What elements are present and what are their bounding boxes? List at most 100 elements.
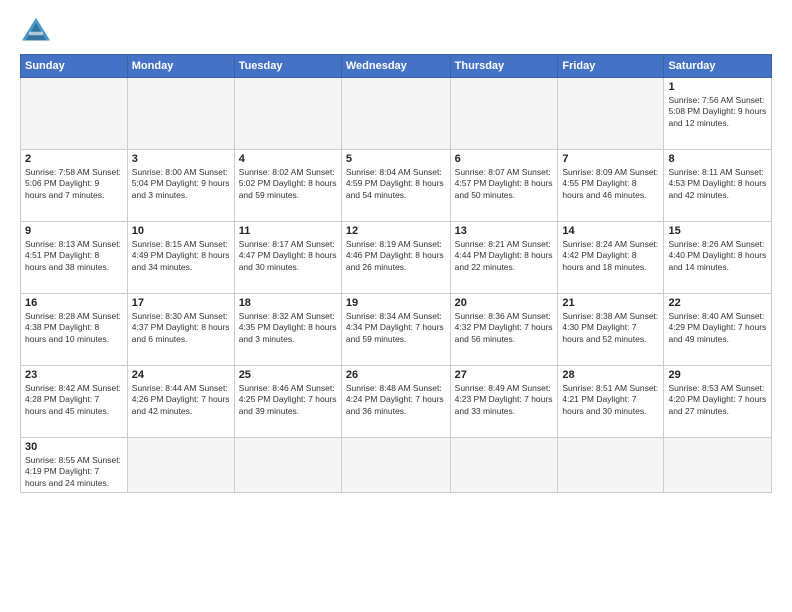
- day-number: 4: [239, 153, 337, 165]
- day-info: Sunrise: 8:30 AM Sunset: 4:37 PM Dayligh…: [132, 311, 230, 345]
- day-number: 2: [25, 153, 123, 165]
- calendar-cell: 19 Sunrise: 8:34 AM Sunset: 4:34 PM Dayli…: [341, 294, 450, 366]
- calendar-cell: [341, 438, 450, 493]
- day-number: 26: [346, 369, 446, 381]
- calendar-cell: 30Sunrise: 8:55 AM Sunset: 4:19 PM Dayli…: [21, 438, 128, 493]
- day-number: 19: [346, 297, 446, 309]
- day-number: 15: [668, 225, 767, 237]
- calendar-cell: 25 Sunrise: 8:46 AM Sunset: 4:25 PM Dayli…: [234, 366, 341, 438]
- day-number: 16: [25, 297, 123, 309]
- weekday-thursday: Thursday: [450, 55, 558, 78]
- calendar-cell: [558, 438, 664, 493]
- calendar-cell: 13 Sunrise: 8:21 AM Sunset: 4:44 PM Dayli…: [450, 222, 558, 294]
- calendar-cell: 1 Sunrise: 7:56 AM Sunset: 5:08 PM Daylig…: [664, 78, 772, 150]
- day-info: Sunrise: 8:24 AM Sunset: 4:42 PM Dayligh…: [562, 239, 659, 273]
- day-number: 11: [239, 225, 337, 237]
- day-number: 28: [562, 369, 659, 381]
- day-info: Sunrise: 8:42 AM Sunset: 4:28 PM Dayligh…: [25, 383, 123, 417]
- day-info: Sunrise: 8:26 AM Sunset: 4:40 PM Dayligh…: [668, 239, 767, 273]
- weekday-friday: Friday: [558, 55, 664, 78]
- day-info: Sunrise: 8:48 AM Sunset: 4:24 PM Dayligh…: [346, 383, 446, 417]
- header: [20, 16, 772, 44]
- calendar-cell: [450, 438, 558, 493]
- calendar-cell: 17Sunrise: 8:30 AM Sunset: 4:37 PM Dayli…: [127, 294, 234, 366]
- day-info: Sunrise: 8:09 AM Sunset: 4:55 PM Dayligh…: [562, 167, 659, 201]
- day-number: 22: [668, 297, 767, 309]
- day-number: 9: [25, 225, 123, 237]
- calendar-cell: 9Sunrise: 8:13 AM Sunset: 4:51 PM Daylig…: [21, 222, 128, 294]
- day-number: 14: [562, 225, 659, 237]
- calendar-cell: [558, 78, 664, 150]
- day-info: Sunrise: 8:04 AM Sunset: 4:59 PM Dayligh…: [346, 167, 446, 201]
- calendar-cell: 14 Sunrise: 8:24 AM Sunset: 4:42 PM Dayli…: [558, 222, 664, 294]
- week-row-5: 23 Sunrise: 8:42 AM Sunset: 4:28 PM Dayli…: [21, 366, 772, 438]
- calendar-cell: 12Sunrise: 8:19 AM Sunset: 4:46 PM Dayli…: [341, 222, 450, 294]
- calendar-cell: 2 Sunrise: 7:58 AM Sunset: 5:06 PM Daylig…: [21, 150, 128, 222]
- weekday-wednesday: Wednesday: [341, 55, 450, 78]
- calendar-cell: 26 Sunrise: 8:48 AM Sunset: 4:24 PM Dayli…: [341, 366, 450, 438]
- day-number: 25: [239, 369, 337, 381]
- calendar-cell: [127, 438, 234, 493]
- calendar-cell: 22Sunrise: 8:40 AM Sunset: 4:29 PM Dayli…: [664, 294, 772, 366]
- day-info: Sunrise: 8:28 AM Sunset: 4:38 PM Dayligh…: [25, 311, 123, 345]
- calendar-cell: [127, 78, 234, 150]
- day-info: Sunrise: 8:15 AM Sunset: 4:49 PM Dayligh…: [132, 239, 230, 273]
- day-number: 24: [132, 369, 230, 381]
- day-info: Sunrise: 8:17 AM Sunset: 4:47 PM Dayligh…: [239, 239, 337, 273]
- calendar-cell: 28Sunrise: 8:51 AM Sunset: 4:21 PM Dayli…: [558, 366, 664, 438]
- calendar-cell: 29 Sunrise: 8:53 AM Sunset: 4:20 PM Dayli…: [664, 366, 772, 438]
- logo-icon: [20, 16, 52, 44]
- calendar-table: SundayMondayTuesdayWednesdayThursdayFrid…: [20, 54, 772, 493]
- calendar-cell: [664, 438, 772, 493]
- day-number: 8: [668, 153, 767, 165]
- day-number: 29: [668, 369, 767, 381]
- weekday-sunday: Sunday: [21, 55, 128, 78]
- calendar-cell: 27 Sunrise: 8:49 AM Sunset: 4:23 PM Dayli…: [450, 366, 558, 438]
- calendar-cell: 4 Sunrise: 8:02 AM Sunset: 5:02 PM Daylig…: [234, 150, 341, 222]
- day-number: 21: [562, 297, 659, 309]
- day-number: 10: [132, 225, 230, 237]
- day-info: Sunrise: 8:44 AM Sunset: 4:26 PM Dayligh…: [132, 383, 230, 417]
- calendar-cell: 6 Sunrise: 8:07 AM Sunset: 4:57 PM Daylig…: [450, 150, 558, 222]
- day-number: 27: [455, 369, 554, 381]
- day-info: Sunrise: 8:46 AM Sunset: 4:25 PM Dayligh…: [239, 383, 337, 417]
- day-info: Sunrise: 8:11 AM Sunset: 4:53 PM Dayligh…: [668, 167, 767, 201]
- calendar-cell: [450, 78, 558, 150]
- calendar-cell: 7 Sunrise: 8:09 AM Sunset: 4:55 PM Daylig…: [558, 150, 664, 222]
- day-info: Sunrise: 8:49 AM Sunset: 4:23 PM Dayligh…: [455, 383, 554, 417]
- day-info: Sunrise: 8:34 AM Sunset: 4:34 PM Dayligh…: [346, 311, 446, 345]
- day-number: 1: [668, 81, 767, 93]
- day-number: 18: [239, 297, 337, 309]
- day-info: Sunrise: 8:53 AM Sunset: 4:20 PM Dayligh…: [668, 383, 767, 417]
- logo: [20, 16, 56, 44]
- weekday-header-row: SundayMondayTuesdayWednesdayThursdayFrid…: [21, 55, 772, 78]
- week-row-3: 9Sunrise: 8:13 AM Sunset: 4:51 PM Daylig…: [21, 222, 772, 294]
- calendar-cell: [341, 78, 450, 150]
- day-number: 3: [132, 153, 230, 165]
- calendar-cell: [21, 78, 128, 150]
- weekday-saturday: Saturday: [664, 55, 772, 78]
- day-number: 30: [25, 441, 123, 453]
- day-info: Sunrise: 8:07 AM Sunset: 4:57 PM Dayligh…: [455, 167, 554, 201]
- calendar-cell: 24 Sunrise: 8:44 AM Sunset: 4:26 PM Dayli…: [127, 366, 234, 438]
- day-info: Sunrise: 8:21 AM Sunset: 4:44 PM Dayligh…: [455, 239, 554, 273]
- day-number: 23: [25, 369, 123, 381]
- weekday-monday: Monday: [127, 55, 234, 78]
- day-info: Sunrise: 7:58 AM Sunset: 5:06 PM Dayligh…: [25, 167, 123, 201]
- page: SundayMondayTuesdayWednesdayThursdayFrid…: [0, 0, 792, 612]
- day-number: 6: [455, 153, 554, 165]
- calendar-cell: [234, 438, 341, 493]
- calendar-cell: 10 Sunrise: 8:15 AM Sunset: 4:49 PM Dayli…: [127, 222, 234, 294]
- calendar-cell: [234, 78, 341, 150]
- calendar-cell: 3Sunrise: 8:00 AM Sunset: 5:04 PM Daylig…: [127, 150, 234, 222]
- day-number: 13: [455, 225, 554, 237]
- calendar-cell: 18 Sunrise: 8:32 AM Sunset: 4:35 PM Dayli…: [234, 294, 341, 366]
- calendar-cell: 11 Sunrise: 8:17 AM Sunset: 4:47 PM Dayli…: [234, 222, 341, 294]
- calendar-cell: 5Sunrise: 8:04 AM Sunset: 4:59 PM Daylig…: [341, 150, 450, 222]
- day-number: 20: [455, 297, 554, 309]
- day-info: Sunrise: 8:02 AM Sunset: 5:02 PM Dayligh…: [239, 167, 337, 201]
- day-info: Sunrise: 8:36 AM Sunset: 4:32 PM Dayligh…: [455, 311, 554, 345]
- day-info: Sunrise: 8:32 AM Sunset: 4:35 PM Dayligh…: [239, 311, 337, 345]
- day-number: 7: [562, 153, 659, 165]
- day-info: Sunrise: 7:56 AM Sunset: 5:08 PM Dayligh…: [668, 95, 767, 129]
